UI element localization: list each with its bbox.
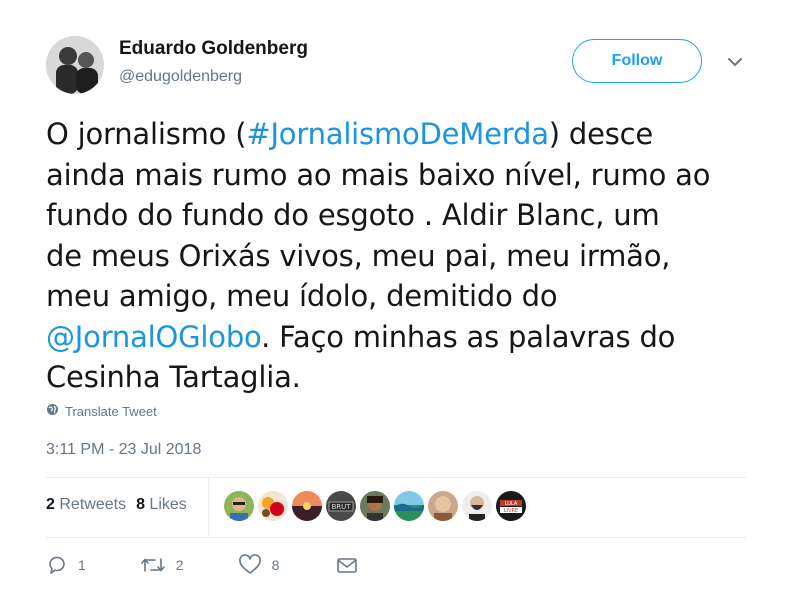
hashtag-link[interactable]: #JornalismoDeMerda (246, 117, 549, 151)
divider (208, 478, 209, 536)
author-handle[interactable]: @edugoldenberg (119, 68, 242, 86)
liker-avatar[interactable]: LULALIVRE (496, 491, 526, 521)
tweet-line: fundo do fundo do esgoto . Aldir Blanc, … (46, 198, 660, 232)
tweet-text: O jornalismo (#JornalismoDeMerda) desce … (46, 114, 766, 398)
reply-count: 1 (78, 557, 86, 573)
translate-label: Translate Tweet (65, 403, 157, 419)
liker-avatar[interactable] (394, 491, 424, 521)
globe-icon (46, 403, 59, 419)
liker-avatar[interactable]: BRUT (326, 491, 356, 521)
svg-text:BRUT: BRUT (331, 503, 351, 511)
likers-avatars: BRUT LULA LIVRE (224, 491, 526, 521)
liker-avatar[interactable] (224, 491, 254, 521)
liker-avatar[interactable] (462, 491, 492, 521)
heart-icon (238, 554, 262, 576)
direct-message-button[interactable] (335, 555, 359, 575)
tweet-line: @JornalOGlobo. Faço minhas as palavras d… (46, 319, 676, 354)
reply-button[interactable]: 1 (46, 554, 86, 576)
retweet-button[interactable]: 2 (140, 554, 184, 576)
tweet-line: O jornalismo (#JornalismoDeMerda) desce (46, 117, 654, 151)
tweet-actions: 1 2 8 (46, 554, 405, 576)
retweet-icon (140, 554, 166, 576)
tweet-stats: 2 Retweets 8 Likes (46, 496, 187, 514)
liker-avatar[interactable] (292, 491, 322, 521)
tweet-line: Cesinha Tartaglia. (46, 360, 301, 394)
liker-avatar[interactable] (258, 491, 288, 521)
translate-tweet-link[interactable]: Translate Tweet (46, 403, 157, 419)
tweet-line: meu amigo, meu ídolo, demitido do (46, 279, 558, 313)
liker-avatar[interactable] (428, 491, 458, 521)
like-button[interactable]: 8 (238, 554, 280, 576)
likes-stat[interactable]: 8 Likes (136, 496, 187, 514)
like-count: 8 (271, 557, 280, 573)
reply-icon (46, 554, 68, 576)
divider (46, 477, 746, 478)
tweet-line: de meus Orixás vivos, meu pai, meu irmão… (46, 238, 671, 273)
svg-text:LULA: LULA (505, 501, 518, 507)
tweet-line: ainda mais rumo ao mais baixo nível, rum… (46, 157, 711, 192)
follow-button[interactable]: Follow (572, 39, 702, 83)
author-avatar[interactable] (46, 36, 104, 94)
mention-link[interactable]: @JornalOGlobo (46, 320, 261, 354)
retweet-count: 2 (175, 557, 184, 573)
divider (46, 537, 746, 538)
tweet-timestamp[interactable]: 3:11 PM - 23 Jul 2018 (46, 441, 201, 459)
envelope-icon (335, 555, 359, 575)
svg-text:LIVRE: LIVRE (504, 508, 518, 514)
retweets-stat[interactable]: 2 Retweets (46, 496, 126, 514)
author-name[interactable]: Eduardo Goldenberg (119, 38, 308, 60)
liker-avatar[interactable] (360, 491, 390, 521)
chevron-down-icon[interactable] (725, 55, 745, 69)
